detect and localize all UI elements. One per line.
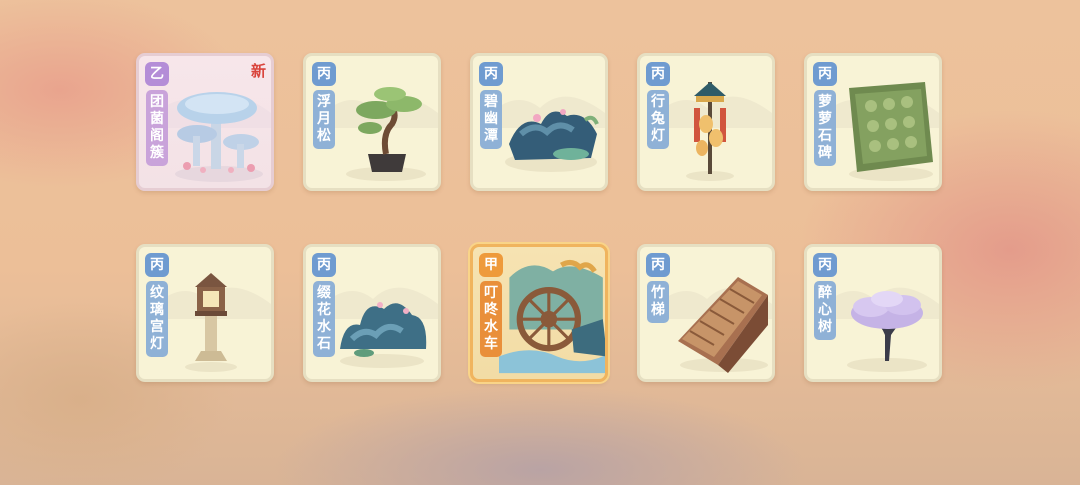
name-char: 菌 — [150, 111, 164, 127]
grade-badge: 丙 — [145, 253, 169, 277]
name-char: 幽 — [484, 111, 498, 127]
item-name-label: 团 菌 阁 簇 — [146, 90, 168, 166]
bamboo-ladder-icon — [678, 277, 768, 373]
grade-badge: 丙 — [312, 253, 336, 277]
grade-badge: 丙 — [479, 62, 503, 86]
item-card-bamboo-ladder[interactable]: 丙 竹 梯 — [637, 244, 775, 382]
name-char: 阁 — [150, 128, 164, 144]
name-char: 梯 — [651, 302, 665, 318]
grade-badge: 丙 — [646, 253, 670, 277]
name-char: 车 — [484, 336, 498, 352]
grade-badge: 丙 — [813, 62, 837, 86]
item-name-label: 竹 梯 — [647, 281, 669, 323]
name-char: 石 — [317, 336, 331, 352]
grade-badge: 丙 — [312, 62, 336, 86]
name-char: 团 — [150, 94, 164, 110]
flower-rocks-icon — [340, 302, 427, 368]
name-char: 萝 — [818, 94, 832, 110]
name-char: 灯 — [150, 336, 164, 352]
item-card-stone-tablet[interactable]: 丙 萝 萝 石 碑 — [804, 53, 942, 191]
item-name-label: 纹 璃 宫 灯 — [146, 281, 168, 357]
item-card-rabbit-lantern[interactable]: 丙 行 兔 灯 — [637, 53, 775, 191]
item-name-label: 行 兔 灯 — [647, 90, 669, 149]
name-char: 浮 — [317, 94, 331, 110]
name-char: 松 — [317, 128, 331, 144]
name-char: 水 — [484, 319, 498, 335]
name-char: 纹 — [150, 285, 164, 301]
name-char: 水 — [317, 319, 331, 335]
name-char: 心 — [818, 302, 832, 318]
item-card-pond-rocks[interactable]: 丙 碧 幽 潭 — [470, 53, 608, 191]
name-char: 月 — [317, 111, 331, 127]
name-char: 簇 — [150, 145, 164, 161]
name-char: 缀 — [317, 285, 331, 301]
name-char: 醉 — [818, 285, 832, 301]
item-card-mushroom-pavilion[interactable]: 乙 团 菌 阁 簇 新 — [136, 53, 274, 191]
grade-badge: 丙 — [646, 62, 670, 86]
item-card-stone-lantern[interactable]: 丙 纹 璃 宫 灯 — [136, 244, 274, 382]
item-card-bonsai-pine[interactable]: 丙 浮 月 松 — [303, 53, 441, 191]
name-char: 花 — [317, 302, 331, 318]
name-char: 萝 — [818, 111, 832, 127]
name-char: 碧 — [484, 94, 498, 110]
grade-badge: 甲 — [479, 253, 503, 277]
name-char: 灯 — [651, 128, 665, 144]
grade-badge: 丙 — [813, 253, 837, 277]
stone-tablet-icon — [849, 82, 933, 181]
name-char: 石 — [818, 128, 832, 144]
mushroom-pavilion-icon — [175, 92, 263, 182]
item-card-flower-rocks[interactable]: 丙 缀 花 水 石 — [303, 244, 441, 382]
name-char: 树 — [818, 319, 832, 335]
item-name-label: 缀 花 水 石 — [313, 281, 335, 357]
item-name-label: 萝 萝 石 碑 — [814, 90, 836, 166]
item-name-label: 叮 咚 水 车 — [480, 281, 502, 357]
pond-rocks-icon — [505, 109, 599, 172]
name-char: 叮 — [484, 285, 498, 301]
item-card-waterwheel[interactable]: 甲 叮 咚 水 车 — [470, 244, 608, 382]
item-name-label: 碧 幽 潭 — [480, 90, 502, 149]
stone-lantern-icon — [185, 273, 237, 372]
name-char: 咚 — [484, 302, 498, 318]
name-char: 潭 — [484, 128, 498, 144]
bonsai-pine-icon — [346, 87, 426, 181]
item-name-label: 醉 心 树 — [814, 281, 836, 340]
waterwheel-icon — [499, 259, 605, 374]
name-char: 璃 — [150, 302, 164, 318]
name-char: 碑 — [818, 145, 832, 161]
name-char: 兔 — [651, 111, 665, 127]
name-char: 行 — [651, 94, 665, 110]
item-collection-grid: 乙 团 菌 阁 簇 新 丙 浮 月 松 丙 碧 幽 潭 丙 行 兔 灯 丙 萝 … — [0, 0, 1080, 485]
name-char: 竹 — [651, 285, 665, 301]
rabbit-lantern-icon — [686, 82, 734, 181]
item-card-purple-tree[interactable]: 丙 醉 心 树 — [804, 244, 942, 382]
item-name-label: 浮 月 松 — [313, 90, 335, 149]
name-char: 宫 — [150, 319, 164, 335]
grade-badge: 乙 — [145, 62, 169, 86]
purple-tree-icon — [847, 291, 927, 372]
new-badge: 新 — [250, 62, 266, 80]
